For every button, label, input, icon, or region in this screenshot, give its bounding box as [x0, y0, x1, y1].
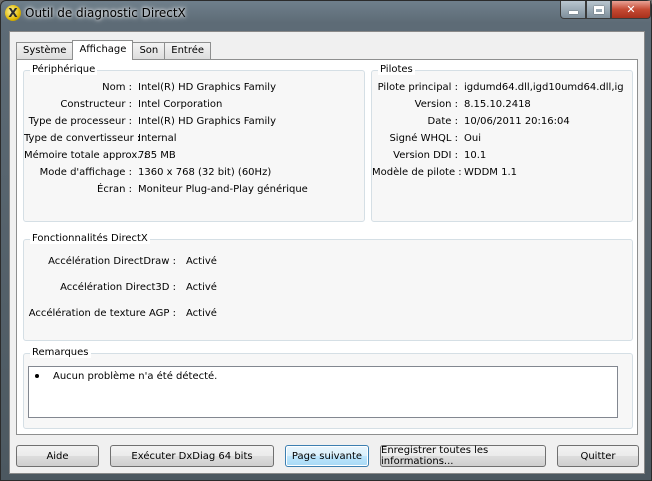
drivers-group-title: Pilotes	[378, 64, 415, 75]
device-row: Écran : Moniteur Plug-and-Play générique	[24, 183, 358, 197]
tab-systeme[interactable]: Système	[16, 42, 74, 60]
driver-label: Signé WHQL :	[389, 133, 458, 144]
driver-value: Oui	[464, 133, 481, 144]
window-title: Outil de diagnostic DirectX	[25, 6, 186, 20]
driver-value: WDDM 1.1	[464, 167, 517, 178]
device-value: 785 MB	[138, 150, 176, 161]
device-row: Constructeur : Intel Corporation	[24, 98, 358, 112]
driver-value: 10.1	[464, 150, 487, 161]
driver-label: Modèle de pilote :	[372, 167, 462, 178]
device-group: Périphérique Nom : Intel(R) HD Graphics F…	[23, 64, 365, 222]
driver-label: Pilote principal :	[377, 82, 458, 93]
device-label: Type de convertisseur :	[24, 133, 141, 144]
features-group: Fonctionnalités DirectX Accélération Dir…	[23, 233, 633, 341]
tab-panel-affichage: Périphérique Nom : Intel(R) HD Graphics F…	[16, 59, 638, 435]
device-group-title: Périphérique	[30, 64, 98, 75]
device-row: Type de processeur : Intel(R) HD Graphics…	[24, 115, 358, 129]
driver-row: Version : 8.15.10.2418	[372, 98, 624, 112]
device-value: Intel Corporation	[138, 99, 223, 110]
notes-group-title: Remarques	[30, 347, 91, 358]
run-64bit-button[interactable]: Exécuter DxDiag 64 bits	[110, 445, 274, 467]
device-label: Type de processeur :	[28, 116, 132, 127]
feature-label: Accélération de texture AGP :	[28, 308, 176, 319]
driver-row: Date : 10/06/2011 20:16:04	[372, 115, 624, 129]
save-all-info-button[interactable]: Enregistrer toutes les informations...	[380, 445, 546, 467]
tab-entree[interactable]: Entrée	[164, 42, 212, 60]
maximize-icon	[593, 5, 604, 14]
notes-item-text: Aucun problème n'a été détecté.	[53, 371, 218, 382]
directx-icon: X	[5, 5, 21, 21]
driver-row: Signé WHQL : Oui	[372, 132, 624, 146]
device-row: Type de convertisseur : Internal	[24, 132, 358, 146]
device-label: Mode d'affichage :	[39, 167, 132, 178]
device-value: Intel(R) HD Graphics Family	[138, 82, 276, 93]
quit-button[interactable]: Quitter	[557, 445, 639, 467]
driver-label: Version :	[414, 99, 458, 110]
client-area: Système Affichage Son Entrée Périphériqu…	[9, 31, 645, 474]
feature-row: Accélération de texture AGP : Activé	[24, 307, 266, 321]
device-label: Écran :	[97, 184, 132, 195]
minimize-icon	[568, 11, 578, 14]
device-value: Moniteur Plug-and-Play générique	[138, 184, 308, 195]
feature-value: Activé	[186, 282, 217, 293]
device-label: Nom :	[102, 82, 132, 93]
tab-son[interactable]: Son	[132, 42, 166, 60]
feature-row: Accélération Direct3D : Activé	[24, 281, 266, 295]
bullet-icon	[35, 374, 39, 378]
close-button[interactable]: ✕	[611, 1, 651, 19]
device-row: Mémoire totale approx. :785 MB	[24, 149, 358, 163]
device-value: 1360 x 768 (32 bit) (60Hz)	[138, 167, 272, 178]
feature-label: Accélération Direct3D :	[60, 282, 176, 293]
device-label: Mémoire totale approx. :	[24, 150, 148, 161]
tab-strip: Système Affichage Son Entrée	[16, 40, 212, 60]
device-value: Intel(R) HD Graphics Family	[138, 116, 276, 127]
tab-affichage[interactable]: Affichage	[72, 40, 134, 60]
driver-row: Pilote principal : igdumd64.dll,igd10umd6…	[372, 81, 624, 95]
maximize-button[interactable]	[586, 1, 611, 19]
close-icon: ✕	[626, 3, 636, 16]
feature-row: Accélération DirectDraw : Activé	[24, 255, 266, 269]
driver-value: 10/06/2011 20:16:04	[464, 116, 570, 127]
device-row: Nom : Intel(R) HD Graphics Family	[24, 81, 358, 95]
device-label: Constructeur :	[60, 99, 132, 110]
driver-row: Modèle de pilote : WDDM 1.1	[372, 166, 624, 180]
notes-item: Aucun problème n'a été détecté.	[35, 371, 611, 382]
drivers-group: Pilotes Pilote principal : igdumd64.dll,i…	[371, 64, 633, 222]
feature-value: Activé	[186, 256, 217, 267]
help-button[interactable]: Aide	[16, 445, 99, 467]
dxdiag-window: X Outil de diagnostic DirectX ✕ Système …	[0, 0, 652, 481]
notes-group: Remarques Aucun problème n'a été détecté…	[23, 347, 633, 429]
device-value: Internal	[138, 133, 177, 144]
minimize-button[interactable]	[560, 1, 586, 19]
feature-value: Activé	[186, 308, 217, 319]
driver-label: Date :	[427, 116, 458, 127]
driver-value: 8.15.10.2418	[464, 99, 531, 110]
driver-row: Version DDI : 10.1	[372, 149, 624, 163]
feature-label: Accélération DirectDraw :	[48, 256, 176, 267]
next-page-button[interactable]: Page suivante	[285, 445, 369, 467]
notes-box[interactable]: Aucun problème n'a été détecté.	[28, 366, 618, 418]
driver-value: igdumd64.dll,igd10umd64.dll,igd10um	[464, 82, 624, 93]
driver-label: Version DDI :	[393, 150, 458, 161]
title-bar[interactable]: X Outil de diagnostic DirectX ✕	[1, 1, 651, 25]
features-group-title: Fonctionnalités DirectX	[30, 233, 150, 244]
device-row: Mode d'affichage : 1360 x 768 (32 bit) (6…	[24, 166, 358, 180]
